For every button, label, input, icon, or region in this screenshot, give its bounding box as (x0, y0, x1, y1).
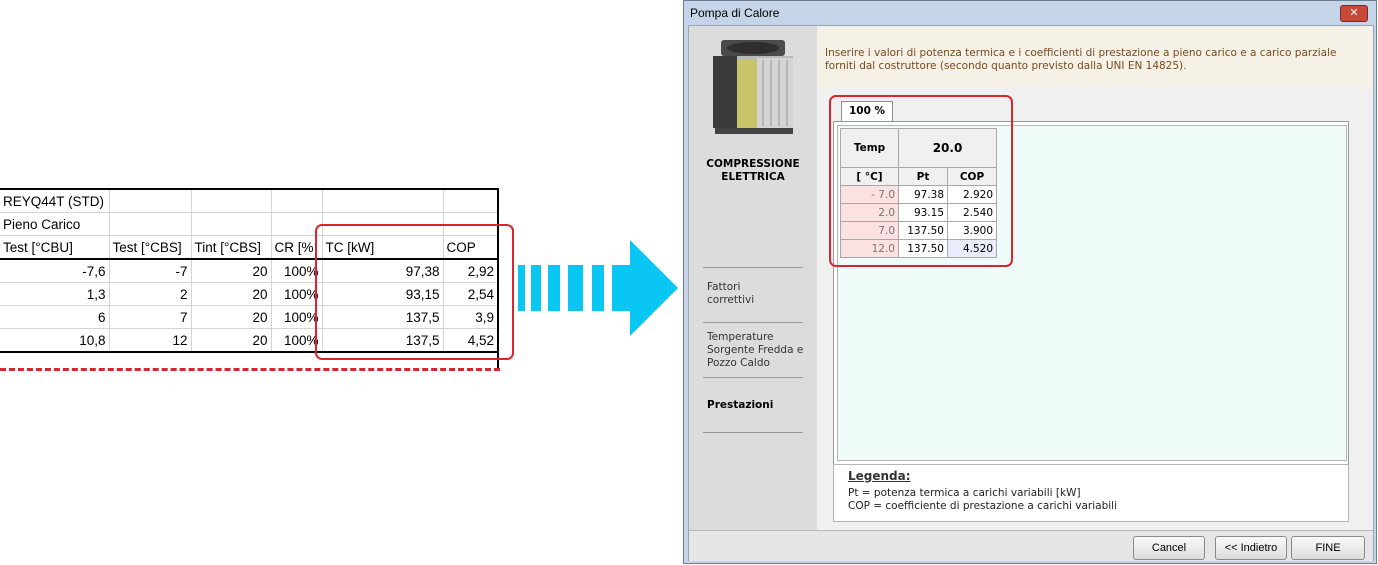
sheet-cell: 2 (109, 282, 192, 306)
sheet-cell: 6 (0, 305, 110, 329)
heat-pump-dialog: Pompa di Calore ✕ COMPRESSIONE ELETTRICA… (683, 0, 1377, 564)
sheet-cell: -7,6 (0, 259, 110, 283)
sheet-cell: 20 (191, 282, 272, 306)
sheet-header-cell: Test [°CBS] (109, 235, 192, 260)
nav-item-prestazioni[interactable]: Prestazioni (707, 399, 773, 412)
cancel-button[interactable]: Cancel (1133, 536, 1205, 560)
sheet-title: REYQ44T (STD) (0, 188, 110, 213)
divider (703, 322, 803, 323)
divider (703, 267, 803, 268)
button-bar: Cancel << Indietro FINE (689, 530, 1373, 561)
divider (703, 432, 803, 433)
arrow-stripe (548, 265, 560, 311)
nav-item-fattori-correttivi[interactable]: Fattori correttivi (707, 281, 787, 307)
dialog-client: COMPRESSIONE ELETTRICA Fattori correttiv… (688, 25, 1374, 561)
arrow-stripe (568, 265, 583, 311)
arrow-stripe (592, 265, 604, 311)
arrow-stripe (531, 265, 541, 311)
sheet-cell: 20 (191, 328, 272, 353)
arrow-right-icon (630, 240, 678, 336)
sheet-cell: 12 (109, 328, 192, 353)
arrow-body (612, 265, 632, 311)
sheet-subtitle: Pieno Carico (0, 212, 110, 236)
sheet-cell: -7 (109, 259, 192, 283)
finish-button[interactable]: FINE (1291, 536, 1365, 560)
sheet-cell: 1,3 (0, 282, 110, 306)
cut-line (0, 368, 500, 371)
compression-type-label: COMPRESSIONE ELETTRICA (706, 158, 800, 183)
legend-pt: Pt = potenza termica a carichi variabili… (848, 487, 1081, 499)
sheet-cell: 10,8 (0, 328, 110, 353)
nav-item-temperature[interactable]: Temperature Sorgente Fredda e Pozzo Cald… (707, 331, 807, 370)
info-banner: Inserire i valori di potenza termica e i… (817, 26, 1373, 89)
instructions-text: Inserire i valori di potenza termica e i… (825, 47, 1337, 72)
close-button[interactable]: ✕ (1340, 5, 1368, 22)
sheet-header-cell: Tint [°CBS] (191, 235, 272, 260)
sheet-cell: 20 (191, 305, 272, 329)
divider (703, 377, 803, 378)
highlight-box-grid (829, 95, 1013, 267)
heat-pump-unit-icon (713, 40, 793, 134)
arrow-stripe (518, 265, 525, 311)
window-title: Pompa di Calore (690, 6, 780, 20)
back-button[interactable]: << Indietro (1215, 536, 1287, 560)
legend-box: Legenda: Pt = potenza termica a carichi … (833, 464, 1349, 522)
highlight-box-sheet (315, 224, 514, 360)
sidebar: COMPRESSIONE ELETTRICA Fattori correttiv… (689, 26, 818, 530)
sheet-cell: 7 (109, 305, 192, 329)
sheet-header-cell: Test [°CBU] (0, 235, 110, 260)
legend-title: Legenda: (848, 469, 911, 483)
legend-cop: COP = coefficiente di prestazione a cari… (848, 500, 1118, 512)
sheet-cell: 20 (191, 259, 272, 283)
